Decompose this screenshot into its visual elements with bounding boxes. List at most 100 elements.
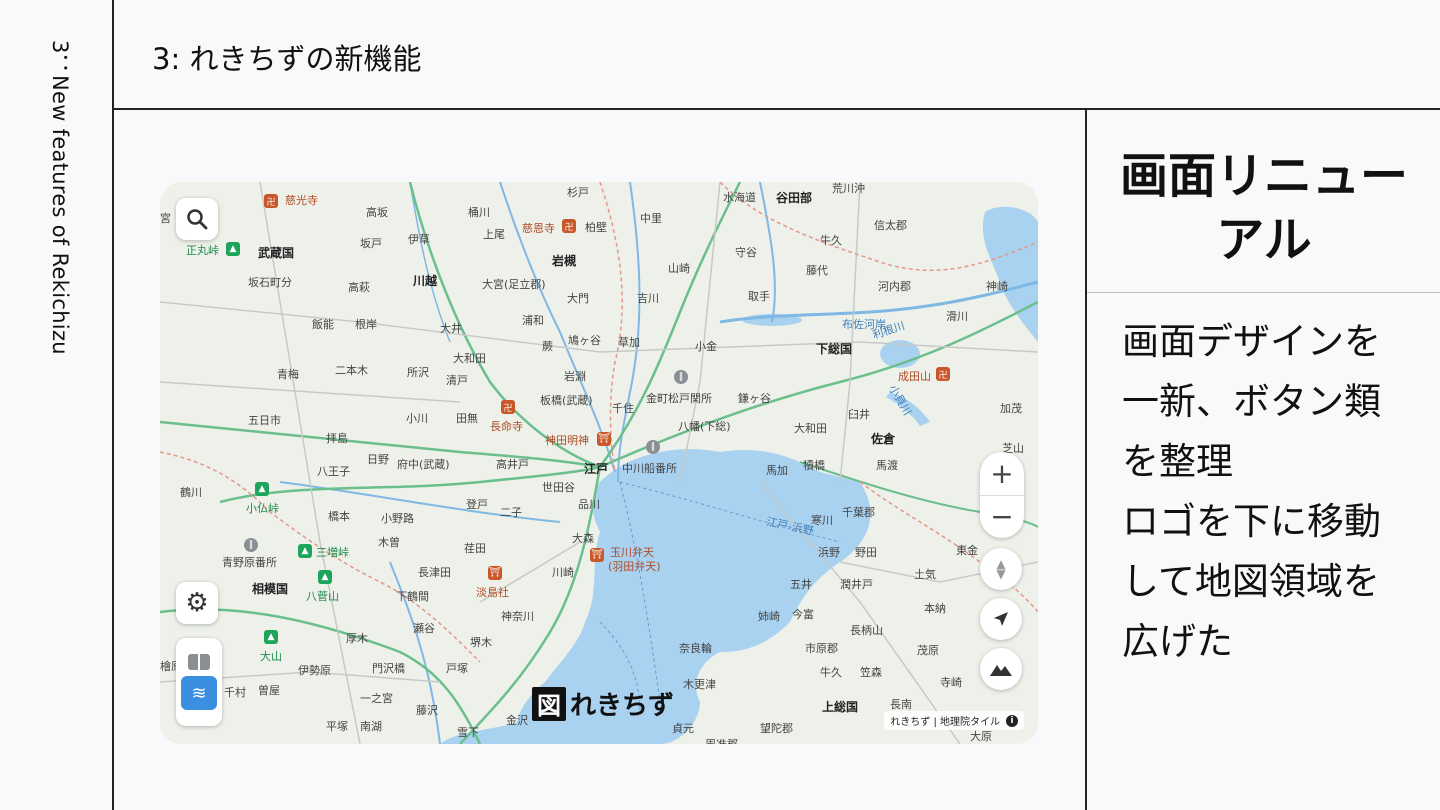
map-label: 取手 — [748, 290, 770, 303]
map-label: 潤井戸 — [840, 578, 873, 591]
checkpoint-icon: ‖ — [244, 538, 258, 552]
map-label: 笠森 — [860, 666, 882, 679]
map-label: 登戸 — [466, 498, 488, 511]
map-label: 上尾 — [483, 228, 505, 241]
map-label: 坂戸 — [360, 237, 382, 250]
card-title: 画面リニュー アル — [1105, 144, 1423, 272]
map-label: 戸塚 — [446, 662, 468, 675]
map-label: 柏壁 — [585, 221, 607, 234]
map-label: 大門 — [567, 292, 589, 305]
map-label: 蕨 — [542, 340, 553, 353]
map-label: 江戸 — [584, 462, 609, 476]
card-title-line: 画面リニュー — [1119, 148, 1408, 204]
map-label: 本納 — [924, 602, 946, 615]
map-label: 木曽 — [378, 536, 400, 549]
map-label: 青野原番所 — [222, 556, 277, 569]
map-label: 野田 — [855, 546, 877, 559]
map-label: 鶴川 — [180, 486, 202, 499]
map-screenshot: 慈光寺 卍 正丸峠 ▲ 武蔵国 坂石町分 高坂 坂戸 伊草 桶川 上尾 慈恩寺 … — [160, 182, 1038, 744]
map-label: 大井 — [440, 322, 462, 335]
temple-icon: 卍 — [562, 219, 576, 233]
map-label: 桶川 — [468, 206, 490, 219]
settings-button[interactable]: ⚙ — [176, 582, 218, 624]
map-label: 長命寺 — [490, 420, 523, 433]
map-label: 守谷 — [735, 246, 757, 259]
map-label: 中里 — [640, 212, 662, 225]
map-label: 神奈川 — [501, 610, 534, 623]
mountain-icon: ▲ — [264, 630, 278, 644]
map-label: 坂石町分 — [248, 276, 292, 289]
map-label: 姉崎 — [758, 610, 780, 623]
map-label: 藤代 — [806, 264, 828, 277]
logo-text: れきちず — [570, 691, 675, 721]
logo-mark: 図 — [532, 686, 566, 721]
map-label: 河内郡 — [878, 280, 911, 293]
sidebar-vertical-label: 3：New features of Rekichizu — [48, 40, 72, 355]
zoom-in-button[interactable]: + — [980, 452, 1024, 496]
map-label: 千村 — [224, 686, 246, 699]
map-label: 大山 — [260, 650, 282, 663]
map-label: 川越 — [413, 274, 438, 288]
map-label: 平塚 — [326, 720, 348, 733]
locate-button[interactable] — [980, 598, 1022, 640]
split-view-icon[interactable] — [188, 654, 210, 670]
card-body-line: 画面デザインを — [1122, 320, 1381, 363]
map-label: 五日市 — [248, 414, 281, 427]
map-label: 今富 — [792, 608, 814, 621]
map-label: 木更津 — [683, 678, 716, 691]
temple-icon: 卍 — [264, 194, 278, 208]
map-label: 高坂 — [366, 206, 388, 219]
map-label: 雪下 — [457, 726, 479, 739]
map-label: 荒川沖 — [832, 182, 865, 195]
location-arrow-icon — [994, 612, 1008, 626]
map-label: 鎌ヶ谷 — [738, 392, 771, 405]
gear-icon: ⚙ — [185, 588, 209, 618]
shrine-icon: ⛩ — [590, 548, 604, 562]
map-label: 青梅 — [277, 368, 299, 381]
map-label: 淡島社 — [476, 586, 509, 599]
card-body-line: して地図領域を — [1122, 560, 1380, 603]
map-label: 馬加 — [766, 464, 788, 477]
map-label: 神崎 — [986, 280, 1008, 293]
map-label: 大和田 — [453, 352, 486, 365]
map-label: 鳩ヶ谷 — [568, 334, 601, 347]
map-label: 伊草 — [408, 233, 430, 246]
map-label: 府中(武蔵) — [397, 458, 450, 471]
map-label: 金町松戸関所 — [646, 392, 712, 405]
map-label: 千住 — [612, 402, 634, 415]
map-label: 門沢橋 — [372, 662, 405, 675]
map-label: 五井 — [790, 578, 812, 591]
attribution-text: れきちず | 地理院タイル — [890, 717, 1000, 728]
info-icon[interactable]: i — [1006, 714, 1018, 727]
card-body-line: 広げた — [1122, 620, 1233, 663]
layer-switcher[interactable]: ≋ — [176, 638, 222, 726]
checkpoint-icon: ‖ — [674, 370, 688, 384]
map-attribution: れきちず | 地理院タイル i — [884, 711, 1024, 730]
terrain-button[interactable] — [980, 648, 1022, 690]
map-label: 小仏峠 — [246, 502, 279, 515]
map-label: 中川船番所 — [622, 462, 677, 475]
map-label: 長南 — [890, 698, 912, 711]
map-label: 慈光寺 — [285, 194, 318, 207]
map-label: 武蔵国 — [258, 246, 295, 260]
map-label: 根岸 — [355, 318, 377, 331]
card-title-line: アル — [1216, 212, 1312, 268]
map-label: 南湖 — [360, 720, 382, 733]
map-label: 浦和 — [522, 314, 544, 327]
compass-button[interactable]: ▲ ▼ — [980, 548, 1022, 590]
layers-icon[interactable]: ≋ — [181, 676, 217, 710]
map-label: 土気 — [914, 568, 936, 581]
map-label: 清戸 — [446, 374, 468, 387]
map-label: 板橋(武蔵) — [540, 394, 593, 407]
map-label: 谷田部 — [776, 191, 813, 205]
map-label: 東金 — [956, 544, 978, 557]
mountain-terrain-icon — [990, 665, 1012, 676]
map-label: 岩淵 — [564, 370, 586, 383]
zoom-out-button[interactable]: − — [980, 496, 1024, 539]
card-body: 画面デザインを 一新、ボタン類 を整理 ロゴを下に移動 して地図領域を 広げた — [1122, 312, 1422, 672]
map-label: 大宮(足立郡) — [482, 278, 546, 291]
checkpoint-icon: ‖ — [646, 440, 660, 454]
search-button[interactable] — [176, 198, 218, 240]
sidebar-divider — [112, 0, 114, 810]
map-label: 高萩 — [348, 281, 370, 294]
